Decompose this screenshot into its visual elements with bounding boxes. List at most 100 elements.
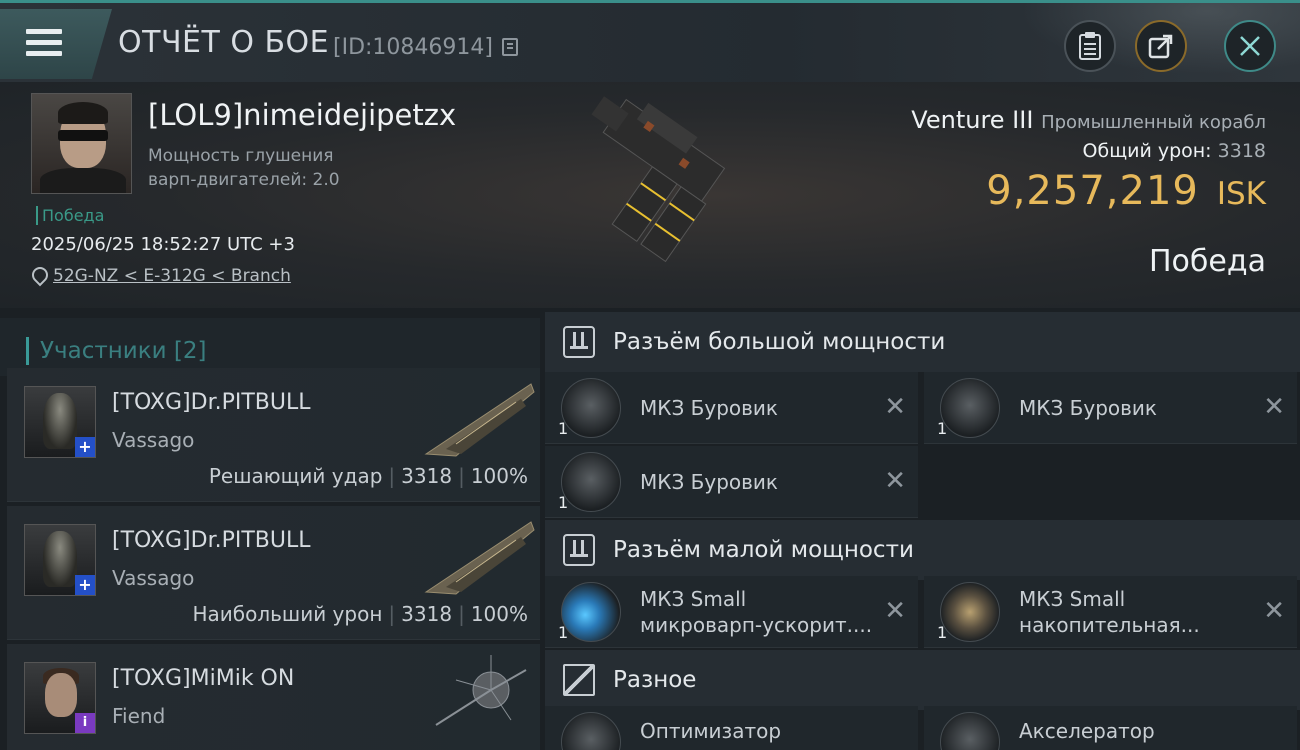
accelerator-icon <box>940 712 1000 750</box>
info-badge-icon: i <box>75 713 95 733</box>
module-name-line-1: МКЗ Small <box>640 587 747 611</box>
victim-name[interactable]: [LOL9]nimeidejipetzx <box>148 98 456 132</box>
destroyed-x-icon: ✕ <box>884 466 906 496</box>
module-name: МКЗ Буровик <box>640 396 778 420</box>
victim-attribute: Мощность глушения варп-двигателей: 2.0 <box>148 144 340 192</box>
hamburger-menu-icon <box>26 29 62 59</box>
share-button[interactable] <box>1135 20 1187 72</box>
destroyed-x-icon: ✕ <box>884 596 906 626</box>
clipboard-icon <box>1079 32 1101 60</box>
participant-role: Решающий удар <box>208 464 383 488</box>
menu-button[interactable] <box>0 9 112 79</box>
attribute-line-2: варп-двигателей: 2.0 <box>148 170 340 190</box>
close-button[interactable] <box>1224 20 1276 72</box>
module-name: МКЗ Small накопительная... <box>1019 586 1200 638</box>
participant-ship-image <box>424 521 535 595</box>
low-slots-header: Разъём малой мощности <box>545 520 1300 580</box>
participant-name: [TOXG]MiMik ON <box>112 666 295 691</box>
isk-currency: ISK <box>1216 176 1266 212</box>
module-quantity: 1 <box>937 623 948 642</box>
participant-row[interactable]: i [TOXG]MiMik ON Fiend <box>7 644 540 750</box>
participant-name: [TOXG]Dr.PITBULL <box>112 390 311 415</box>
total-damage-label: Общий урон: <box>1082 140 1212 162</box>
isk-amount: 9,257,219 <box>986 168 1199 214</box>
module-name-line-2: микроварп-ускорит.... <box>640 613 873 637</box>
location-pin-icon <box>31 267 45 285</box>
status-tag: Победа <box>36 206 104 225</box>
mining-laser-icon <box>940 378 1000 438</box>
capacitor-battery-icon <box>940 582 1000 642</box>
close-icon <box>1240 36 1260 56</box>
destroyed-x-icon: ✕ <box>1263 392 1285 422</box>
mining-laser-icon <box>561 378 621 438</box>
participants-panel: Участники [2] + [TOXG]Dr.PITBULL Vassago… <box>0 308 540 750</box>
share-icon <box>1148 34 1173 59</box>
fitting-panel: Разъём большой мощности 1 МКЗ Буровик ✕ … <box>540 308 1300 750</box>
page-title: ОТЧЁТ О БОЕ <box>118 25 330 60</box>
module-item[interactable]: Оптимизатор <box>545 706 918 750</box>
high-slot-icon <box>563 326 595 358</box>
participant-percent: 100% <box>470 602 528 626</box>
low-slot-icon <box>563 534 595 566</box>
module-quantity: 1 <box>937 419 948 438</box>
attribute-line-1: Мощность глушения <box>148 146 334 166</box>
module-quantity: 1 <box>558 419 569 438</box>
clipboard-button[interactable] <box>1064 20 1116 72</box>
kill-datetime: 2025/06/25 18:52:27 UTC +3 <box>31 234 295 255</box>
participant-ship-image <box>424 383 535 457</box>
participant-stats: Решающий удар | 3318 | 100% <box>208 464 528 488</box>
participant-damage: 3318 <box>401 602 453 626</box>
location-text: 52G-NZ < E-312G < Branch <box>53 266 291 286</box>
module-name-line-1: МКЗ Small <box>1019 587 1126 611</box>
participant-ship-image <box>435 655 527 726</box>
optimizer-icon <box>561 712 621 750</box>
section-title: Разъём малой мощности <box>613 537 914 563</box>
module-name: МКЗ Буровик <box>640 470 778 494</box>
location-link[interactable]: 52G-NZ < E-312G < Branch <box>31 266 291 286</box>
module-item[interactable]: 1 МКЗ Small накопительная... ✕ <box>924 576 1297 648</box>
battle-result: Победа <box>1149 244 1266 279</box>
victim-avatar[interactable] <box>31 93 132 194</box>
high-slots-header: Разъём большой мощности <box>545 312 1300 372</box>
module-item[interactable]: 1 МКЗ Буровик ✕ <box>924 372 1297 444</box>
participant-row[interactable]: + [TOXG]Dr.PITBULL Vassago Наибольший ур… <box>7 506 540 640</box>
participant-avatar[interactable]: i <box>24 662 96 734</box>
section-title: Разъём большой мощности <box>613 329 946 355</box>
participant-percent: 100% <box>470 464 528 488</box>
microwarpdrive-icon <box>561 582 621 642</box>
cube-icon <box>563 664 595 696</box>
ship-info: Venture III Промышленный корабл Общий ур… <box>911 106 1266 214</box>
destroyed-x-icon: ✕ <box>1263 596 1285 626</box>
victim-panel: [LOL9]nimeidejipetzx Мощность глушения в… <box>0 82 1300 308</box>
participant-ship: Vassago <box>112 428 195 452</box>
participant-row[interactable]: + [TOXG]Dr.PITBULL Vassago Решающий удар… <box>7 368 540 502</box>
module-name-line-2: накопительная... <box>1019 613 1200 637</box>
module-item[interactable]: 1 МКЗ Small микроварп-ускорит.... ✕ <box>545 576 918 648</box>
module-name: МКЗ Small микроварп-ускорит.... <box>640 586 872 638</box>
total-damage: Общий урон: 3318 <box>911 140 1266 162</box>
module-item[interactable]: 1 МКЗ Буровик ✕ <box>545 446 918 518</box>
module-name: Акселератор <box>1019 719 1155 743</box>
module-name: Оптимизатор <box>640 719 782 743</box>
participant-damage: 3318 <box>401 464 453 488</box>
module-quantity: 1 <box>558 493 569 512</box>
ship-class: Промышленный корабл <box>1041 112 1266 133</box>
participant-ship: Fiend <box>112 704 166 728</box>
total-damage-value: 3318 <box>1217 140 1266 162</box>
participant-name: [TOXG]Dr.PITBULL <box>112 528 311 553</box>
destroyed-x-icon: ✕ <box>884 392 906 422</box>
mining-laser-icon <box>561 452 621 512</box>
module-quantity: 1 <box>558 623 569 642</box>
participant-ship: Vassago <box>112 566 195 590</box>
participant-stats: Наибольший урон | 3318 | 100% <box>192 602 528 626</box>
module-item[interactable]: 1 МКЗ Буровик ✕ <box>545 372 918 444</box>
section-title: Разное <box>613 667 697 693</box>
plus-badge-icon: + <box>75 437 95 457</box>
module-item[interactable]: Акселератор <box>924 706 1297 750</box>
participant-avatar[interactable]: + <box>24 524 96 596</box>
participant-avatar[interactable]: + <box>24 386 96 458</box>
misc-header: Разное <box>545 650 1300 710</box>
plus-badge-icon: + <box>75 575 95 595</box>
copy-id-icon[interactable] <box>502 38 518 56</box>
report-id: [ID:10846914] <box>333 35 493 60</box>
